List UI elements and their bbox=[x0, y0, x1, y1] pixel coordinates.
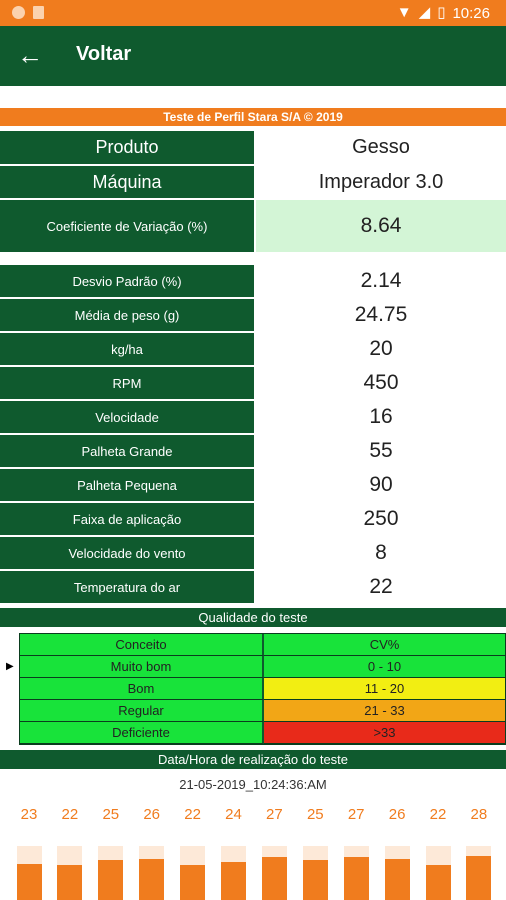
bar-value-label: 22 bbox=[429, 806, 447, 823]
bar-value-label: 28 bbox=[470, 806, 488, 823]
bar-value-label: 25 bbox=[102, 806, 120, 823]
param-label: Média de peso (g) bbox=[0, 299, 254, 331]
bar bbox=[261, 857, 287, 900]
param-value: 2.14 bbox=[360, 269, 402, 292]
cv-value: 8.64 bbox=[256, 200, 506, 252]
quality-range: >33 bbox=[264, 722, 505, 744]
quality-range: 11 - 20 bbox=[264, 678, 505, 700]
bar bbox=[302, 860, 328, 900]
quality-concept: Regular bbox=[20, 700, 264, 722]
param-label: Palheta Grande bbox=[0, 435, 254, 467]
sd-card-icon bbox=[33, 6, 44, 19]
quality-concept: Deficiente bbox=[20, 722, 264, 744]
param-value: 22 bbox=[369, 575, 393, 598]
bar bbox=[343, 857, 369, 900]
param-value: 90 bbox=[369, 473, 393, 496]
wifi-icon: ▼ bbox=[396, 4, 412, 21]
quality-row: Bom 11 - 20 bbox=[20, 678, 505, 700]
param-label: Temperatura do ar bbox=[0, 571, 254, 603]
app-bar: ← Voltar bbox=[0, 26, 506, 86]
param-value: 450 bbox=[363, 371, 399, 394]
bar bbox=[57, 865, 83, 900]
quality-header-row: Conceito CV% bbox=[20, 634, 505, 656]
notification-dot-icon bbox=[12, 6, 25, 19]
param-label: RPM bbox=[0, 367, 254, 399]
bar bbox=[16, 864, 42, 900]
param-value: 20 bbox=[369, 337, 393, 360]
quality-range: 21 - 33 bbox=[264, 700, 505, 722]
bar-chart bbox=[0, 840, 506, 900]
cv-label: Coeficiente de Variação (%) bbox=[0, 200, 254, 252]
quality-concept: Muito bom bbox=[20, 656, 264, 678]
bar bbox=[466, 856, 492, 900]
bar-value-label: 22 bbox=[184, 806, 201, 823]
param-label: Desvio Padrão (%) bbox=[0, 265, 254, 297]
bar bbox=[384, 859, 410, 900]
battery-icon: ▯ bbox=[437, 4, 446, 21]
quality-row: Regular 21 - 33 bbox=[20, 700, 505, 722]
back-label[interactable]: Voltar bbox=[76, 43, 131, 66]
bar-value-label: 26 bbox=[143, 806, 161, 823]
quality-row: Deficiente >33 bbox=[20, 722, 505, 744]
bar bbox=[139, 859, 165, 900]
param-label: Velocidade do vento bbox=[0, 537, 254, 569]
copyright-banner: Teste de Perfil Stara S/A © 2019 bbox=[0, 108, 506, 126]
param-value: 8 bbox=[375, 541, 387, 564]
arrow-left-icon[interactable]: ← bbox=[17, 40, 43, 70]
maquina-label: Máquina bbox=[0, 166, 254, 198]
bar bbox=[98, 860, 124, 900]
bar-value-label: 27 bbox=[347, 806, 365, 823]
bar-value-label: 25 bbox=[306, 806, 324, 823]
param-label: Palheta Pequena bbox=[0, 469, 254, 501]
datetime-value: 21-05-2019_10:24:36:AM bbox=[179, 777, 327, 792]
status-time: 10:26 bbox=[452, 4, 490, 22]
maquina-value: Imperador 3.0 bbox=[318, 170, 444, 193]
quality-row: Muito bom 0 - 10 bbox=[20, 656, 505, 678]
param-value: 250 bbox=[363, 507, 399, 530]
bar-value-label: 24 bbox=[225, 806, 242, 823]
bar bbox=[180, 865, 206, 900]
quality-title: Qualidade do teste bbox=[0, 608, 506, 627]
bar-value-label: 27 bbox=[266, 806, 283, 823]
bar-value-label: 22 bbox=[61, 806, 79, 823]
produto-label: Produto bbox=[0, 131, 254, 164]
quality-concept: Bom bbox=[20, 678, 264, 700]
quality-table: Conceito CV% Muito bom 0 - 10 Bom 11 - 2… bbox=[19, 633, 506, 745]
signal-icon: ◢ bbox=[418, 4, 431, 21]
chart-value-labels: 23 22 25 26 22 24 27 25 27 26 22 28 bbox=[0, 806, 506, 826]
status-bar: ▼ ◢ ▯ 10:26 bbox=[0, 0, 506, 26]
bar-value-label: 23 bbox=[20, 806, 38, 823]
quality-range: 0 - 10 bbox=[264, 656, 505, 678]
bar bbox=[221, 862, 246, 900]
param-label: Velocidade bbox=[0, 401, 254, 433]
param-label: Faixa de aplicação bbox=[0, 503, 254, 535]
quality-header-cv: CV% bbox=[264, 634, 505, 656]
bar-value-label: 26 bbox=[388, 806, 406, 823]
datetime-title: Data/Hora de realização do teste bbox=[0, 750, 506, 769]
bar bbox=[425, 865, 451, 900]
param-label: kg/ha bbox=[0, 333, 254, 365]
param-value: 24.75 bbox=[354, 303, 408, 326]
param-value: 55 bbox=[369, 439, 393, 462]
quality-header-concept: Conceito bbox=[20, 634, 264, 656]
param-value: 16 bbox=[369, 405, 393, 428]
current-row-pointer-icon: ▶ bbox=[6, 661, 14, 672]
produto-value: Gesso bbox=[352, 136, 410, 158]
